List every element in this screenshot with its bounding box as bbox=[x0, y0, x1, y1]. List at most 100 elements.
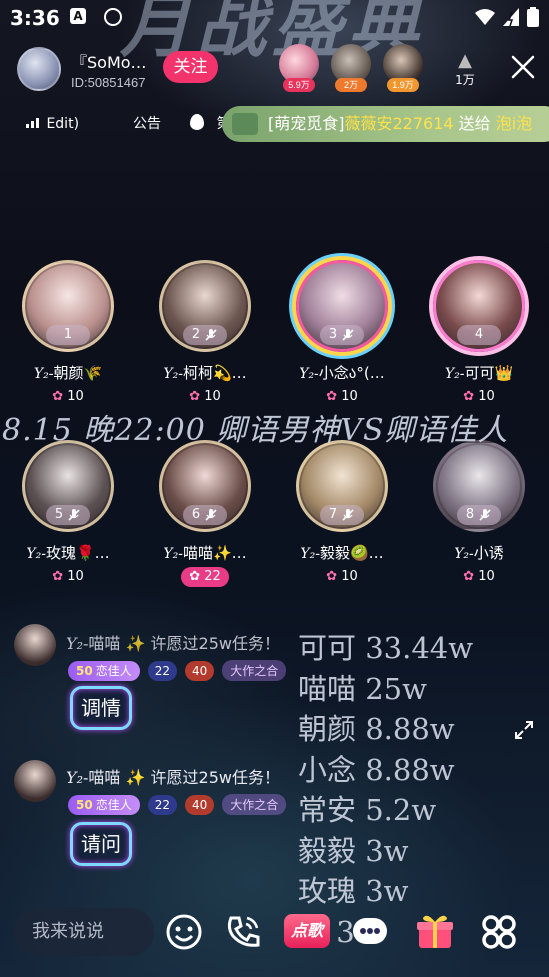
fire-icon: ▲ bbox=[458, 50, 472, 71]
mic-muted-icon bbox=[68, 509, 80, 521]
mic-seat-1[interactable]: 1 Y₂-朝颜🌾 ✿ 10 bbox=[13, 260, 123, 407]
host-id: ID:50851467 bbox=[71, 74, 146, 90]
seat-heat-value: 10 bbox=[478, 569, 495, 584]
seat-number-badge: 6 bbox=[183, 505, 227, 525]
seat-heat: ✿ 10 bbox=[455, 387, 503, 407]
seat-name-text: 小诱 bbox=[473, 544, 504, 562]
gift-icon[interactable] bbox=[413, 910, 457, 954]
level-badge: 50 恋佳人 bbox=[68, 794, 140, 815]
name-prefix: Y₂- bbox=[33, 366, 54, 382]
top-viewer-2[interactable]: 2万 bbox=[328, 44, 374, 92]
top-viewer-count: 2万 bbox=[335, 78, 367, 92]
signal-bars-icon bbox=[26, 112, 42, 128]
mic-seat-7[interactable]: 7 Y₂-毅毅🥝… ✿ 10 bbox=[287, 440, 397, 587]
gift-marquee[interactable]: [萌宠觅食]薇薇安227614 送给 泡i泡 bbox=[222, 106, 549, 142]
name-prefix: Y₂- bbox=[454, 546, 474, 562]
follow-button[interactable]: 关注 bbox=[163, 51, 218, 83]
mic-seat-4[interactable]: 4 Y₂-可可👑 ✿ 10 bbox=[424, 260, 534, 407]
seat-number: 8 bbox=[465, 507, 475, 522]
name-prefix: Y₂- bbox=[300, 546, 320, 562]
mic-muted-icon bbox=[479, 509, 491, 521]
close-icon[interactable] bbox=[508, 52, 538, 82]
shield-badge: 22 bbox=[147, 794, 177, 815]
seat-heat: ✿ 10 bbox=[318, 567, 366, 587]
flower-icon: ✿ bbox=[463, 569, 475, 584]
rank-line: 常安 5.2w bbox=[298, 793, 437, 827]
mic-seat-2[interactable]: 2 Y₂-柯柯💫… ✿ 10 bbox=[150, 260, 260, 407]
emoji-icon[interactable] bbox=[162, 910, 206, 954]
seat-name-text: 玫瑰🌹… bbox=[45, 544, 110, 562]
name-prefix: Y₂- bbox=[163, 366, 183, 382]
top-viewer-3[interactable]: 1.9万 bbox=[380, 44, 426, 92]
wifi-icon bbox=[475, 9, 495, 25]
mic-seat-5[interactable]: 5 Y₂-玫瑰🌹… ✿ 10 bbox=[13, 440, 123, 587]
signal-icon bbox=[503, 8, 519, 26]
mic-muted-icon bbox=[342, 329, 354, 341]
chat-avatar[interactable] bbox=[14, 624, 56, 666]
flower-icon: ✿ bbox=[189, 569, 201, 584]
seat-number: 1 bbox=[63, 327, 73, 342]
phone-icon[interactable] bbox=[221, 910, 265, 954]
marquee-receiver: 泡i泡 bbox=[495, 114, 533, 133]
image-icon bbox=[232, 113, 258, 135]
seat-name: Y₂-小念ა°(… bbox=[287, 362, 397, 383]
more-icon[interactable] bbox=[477, 910, 521, 954]
host-avatar[interactable] bbox=[17, 47, 61, 91]
seat-number: 3 bbox=[328, 327, 338, 342]
seat-name-text: 毅毅🥝… bbox=[319, 544, 384, 562]
seat-avatar[interactable]: 6 bbox=[159, 440, 251, 532]
room-tag: Edit) bbox=[46, 116, 80, 132]
seat-avatar[interactable]: 5 bbox=[22, 440, 114, 532]
seat-avatar[interactable]: 4 bbox=[433, 260, 525, 352]
battery-icon bbox=[527, 7, 539, 27]
seat-number-badge: 7 bbox=[320, 505, 364, 525]
seat-heat: ✿ 10 bbox=[455, 567, 503, 587]
chat-icon[interactable] bbox=[348, 910, 392, 954]
seat-heat: ✿ 10 bbox=[44, 567, 92, 587]
mic-seat-3[interactable]: 3 Y₂-小念ა°(… ✿ 10 bbox=[287, 260, 397, 407]
popularity[interactable]: ▲ 1万 bbox=[453, 50, 477, 88]
chat-avatar[interactable] bbox=[14, 760, 56, 802]
seat-avatar[interactable]: 2 bbox=[159, 260, 251, 352]
top-viewer-count: 5.9万 bbox=[283, 78, 315, 92]
seat-name: Y₂-小诱 bbox=[424, 542, 534, 563]
flower-icon: ✿ bbox=[52, 569, 64, 584]
seat-heat: ✿ 22 bbox=[181, 567, 229, 587]
song-button[interactable]: 点歌 bbox=[284, 914, 330, 948]
seat-number: 4 bbox=[474, 327, 484, 342]
voice-icon bbox=[104, 8, 122, 26]
top-viewer-count: 1.9万 bbox=[387, 78, 419, 92]
top-viewer-1[interactable]: 5.9万 bbox=[276, 44, 322, 92]
expand-icon[interactable] bbox=[514, 720, 534, 740]
seat-name-text: 朝颜🌾 bbox=[53, 364, 103, 382]
flower-icon: ✿ bbox=[463, 389, 475, 404]
chat-text: ✨ 许愿过25w任务！ bbox=[125, 634, 280, 653]
room-tag-chip[interactable]: Edit) bbox=[26, 112, 79, 136]
rank-line: 朝颜 8.88w bbox=[298, 712, 455, 746]
seat-name: Y₂-柯柯💫… bbox=[150, 362, 260, 383]
seat-avatar[interactable]: 7 bbox=[296, 440, 388, 532]
flower-icon: ✿ bbox=[326, 389, 338, 404]
seat-heat-value: 10 bbox=[341, 389, 358, 404]
name-prefix: Y₂- bbox=[299, 366, 319, 382]
fire-badge: 40 bbox=[185, 794, 215, 815]
seat-avatar[interactable]: 3 bbox=[296, 260, 388, 352]
mic-seat-6[interactable]: 6 Y₂-喵喵✨… ✿ 22 bbox=[150, 440, 260, 587]
seat-heat-value: 22 bbox=[204, 569, 221, 584]
bottom-bar: 我来说说 点歌 bbox=[0, 904, 549, 960]
seat-number: 6 bbox=[191, 507, 201, 522]
chat-input[interactable]: 我来说说 bbox=[14, 908, 154, 956]
top-viewers: 5.9万 2万 1.9万 bbox=[276, 44, 426, 92]
name-prefix: Y₂- bbox=[444, 366, 465, 382]
host-card[interactable]: 『SoMo… ID:50851467 bbox=[17, 46, 147, 92]
seat-name-text: 柯柯💫… bbox=[182, 364, 247, 382]
chat-sender: 喵喵 bbox=[88, 634, 121, 653]
rank-line: 可可 33.44w bbox=[298, 631, 474, 665]
chat-sender: 喵喵 bbox=[88, 768, 121, 787]
seat-avatar[interactable]: 8 bbox=[433, 440, 525, 532]
mic-muted-icon bbox=[342, 509, 354, 521]
seat-avatar[interactable]: 1 bbox=[22, 260, 114, 352]
wing-badge: 大作之合 bbox=[222, 794, 287, 815]
mic-seat-8[interactable]: 8 Y₂-小诱 ✿ 10 bbox=[424, 440, 534, 587]
notice-tab[interactable]: 公告 bbox=[133, 112, 161, 136]
